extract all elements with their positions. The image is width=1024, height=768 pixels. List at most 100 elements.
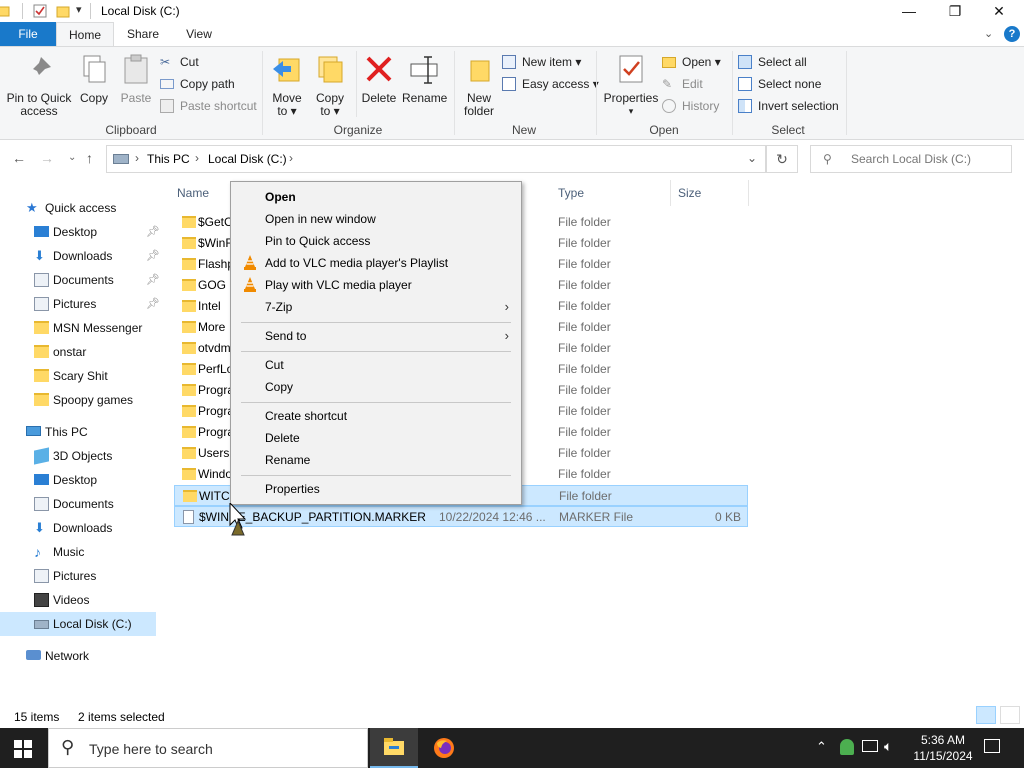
pictures-icon bbox=[34, 569, 49, 583]
sidebar-item-downloads[interactable]: ⬇ Downloads 📌︎ bbox=[34, 244, 160, 268]
details-view-icon[interactable] bbox=[976, 706, 996, 724]
taskbar-search-input[interactable]: ⚲ Type here to search bbox=[48, 728, 368, 768]
sidebar-item-pictures[interactable]: Pictures 📌︎ bbox=[34, 292, 160, 316]
menu-item-7zip[interactable]: 7-Zip › bbox=[233, 296, 519, 318]
close-button[interactable]: ✕ bbox=[976, 0, 1022, 22]
nav-network[interactable]: Network bbox=[26, 644, 89, 668]
properties-dropdown-icon[interactable]: ▾ bbox=[602, 105, 660, 118]
volume-icon[interactable]: 🔈︎ bbox=[884, 738, 892, 755]
address-bar[interactable]: › This PC › Local Disk (C:) › ⌄ bbox=[106, 145, 766, 173]
recent-locations-icon[interactable]: ⌄ bbox=[68, 152, 76, 163]
rename-button[interactable]: Rename bbox=[402, 53, 447, 105]
breadcrumb-chevron-icon: › bbox=[289, 151, 293, 165]
copy-to-button[interactable]: Copy to ▾ bbox=[310, 53, 350, 118]
menu-item-vlc-playlist[interactable]: Add to VLC media player's Playlist bbox=[233, 252, 519, 274]
move-to-button[interactable]: Move to ▾ bbox=[266, 53, 308, 118]
select-all-button[interactable]: Select all bbox=[738, 53, 807, 71]
menu-item-vlc-play[interactable]: Play with VLC media player bbox=[233, 274, 519, 296]
cell-type: File folder bbox=[558, 236, 611, 250]
menu-item-send-to[interactable]: Send to › bbox=[233, 325, 519, 347]
menu-item-rename[interactable]: Rename bbox=[233, 449, 519, 471]
minimize-button[interactable]: — bbox=[886, 0, 932, 22]
menu-separator bbox=[241, 351, 511, 352]
help-icon[interactable]: ? bbox=[1004, 26, 1020, 42]
sidebar-item-msn-messenger[interactable]: MSN Messenger bbox=[34, 316, 160, 340]
cut-button[interactable]: ✂ Cut bbox=[160, 53, 199, 71]
sidebar-item-desktop[interactable]: Desktop bbox=[34, 468, 156, 492]
invert-selection-button[interactable]: Invert selection bbox=[738, 97, 839, 115]
paste-shortcut-button[interactable]: Paste shortcut bbox=[160, 97, 257, 115]
menu-item-properties[interactable]: Properties bbox=[233, 478, 519, 500]
sidebar-item-scary-shit[interactable]: Scary Shit bbox=[34, 364, 160, 388]
sidebar-item-documents[interactable]: Documents 📌︎ bbox=[34, 268, 160, 292]
select-none-button[interactable]: Select none bbox=[738, 75, 821, 93]
sidebar-item-desktop[interactable]: Desktop 📌︎ bbox=[34, 220, 160, 244]
taskbar-file-explorer[interactable] bbox=[370, 728, 418, 768]
windows-start-icon[interactable] bbox=[14, 740, 32, 758]
properties-button[interactable]: Properties ▾ bbox=[602, 53, 660, 118]
maximize-button[interactable]: ❐ bbox=[932, 0, 978, 22]
clock[interactable]: 5:36 AM 11/15/2024 bbox=[910, 732, 976, 764]
paste-button[interactable]: Paste bbox=[116, 53, 156, 105]
column-header-name[interactable]: Name bbox=[177, 186, 209, 200]
up-arrow-icon[interactable]: ↑ bbox=[86, 150, 93, 166]
notifications-icon[interactable] bbox=[984, 739, 1000, 753]
copy-path-button[interactable]: Copy path bbox=[160, 75, 235, 93]
copy-button[interactable]: Copy bbox=[74, 53, 114, 105]
menu-item-open[interactable]: Open bbox=[233, 186, 519, 208]
tab-home[interactable]: Home bbox=[56, 22, 114, 46]
pin-to-quick-access-button[interactable]: Pin to Quick access bbox=[4, 53, 74, 118]
large-icons-view-icon[interactable] bbox=[1000, 706, 1020, 724]
sidebar-item-music[interactable]: ♪ Music bbox=[34, 540, 156, 564]
back-arrow-icon[interactable]: ← bbox=[12, 150, 26, 166]
taskbar-firefox[interactable] bbox=[420, 728, 468, 768]
new-item-button[interactable]: New item ▾ bbox=[502, 53, 581, 71]
history-icon bbox=[662, 99, 676, 113]
delete-button[interactable]: Delete bbox=[358, 53, 400, 105]
folder-icon bbox=[182, 426, 196, 438]
select-all-label: Select all bbox=[758, 55, 807, 69]
open-button[interactable]: Open ▾ bbox=[662, 53, 721, 71]
history-button[interactable]: History bbox=[662, 97, 719, 115]
breadcrumb-this-pc[interactable]: This PC bbox=[147, 152, 190, 166]
sidebar-item-pictures[interactable]: Pictures bbox=[34, 564, 156, 588]
menu-item-create-shortcut[interactable]: Create shortcut bbox=[233, 405, 519, 427]
sidebar-item-downloads[interactable]: ⬇ Downloads bbox=[34, 516, 156, 540]
easy-access-button[interactable]: Easy access ▾ bbox=[502, 75, 599, 93]
menu-item-pin-quick-access[interactable]: Pin to Quick access bbox=[233, 230, 519, 252]
sidebar-item-documents[interactable]: Documents bbox=[34, 492, 156, 516]
status-bar: 15 items 2 items selected bbox=[0, 704, 1024, 728]
sidebar-item-onstar[interactable]: onstar bbox=[34, 340, 160, 364]
column-header-size[interactable]: Size bbox=[678, 186, 701, 200]
people-icon[interactable] bbox=[840, 739, 854, 755]
expand-ribbon-icon[interactable]: ⌄ bbox=[984, 27, 993, 40]
new-folder-button[interactable]: New folder bbox=[458, 53, 500, 118]
menu-item-delete[interactable]: Delete bbox=[233, 427, 519, 449]
menu-item-open-new-window[interactable]: Open in new window bbox=[233, 208, 519, 230]
edit-button[interactable]: ✎ Edit bbox=[662, 75, 703, 93]
menu-item-cut[interactable]: Cut bbox=[233, 354, 519, 376]
nav-this-pc[interactable]: This PC bbox=[26, 420, 88, 444]
show-hidden-icons-icon[interactable]: ⌃ bbox=[816, 739, 827, 755]
customize-quick-access-icon[interactable]: ▾ bbox=[76, 3, 82, 16]
network-status-icon[interactable] bbox=[862, 740, 878, 752]
new-folder-quick-icon[interactable] bbox=[56, 4, 70, 18]
menu-item-copy[interactable]: Copy bbox=[233, 376, 519, 398]
tab-view[interactable]: View bbox=[176, 22, 222, 46]
sidebar-item-spoopy-games[interactable]: Spoopy games bbox=[34, 388, 160, 412]
column-header-type[interactable]: Type bbox=[558, 186, 584, 200]
tab-share[interactable]: Share bbox=[118, 22, 168, 46]
search-input[interactable]: ⚲ Search Local Disk (C:) bbox=[810, 145, 1012, 173]
table-row[interactable]: $WINRE_BACKUP_PARTITION.MARKER 10/22/2024… bbox=[174, 506, 748, 527]
nav-quick-access[interactable]: ★ Quick access bbox=[26, 196, 116, 220]
properties-quick-icon[interactable] bbox=[33, 4, 47, 18]
breadcrumb-local-disk[interactable]: Local Disk (C:) bbox=[208, 152, 287, 166]
tab-file[interactable]: File bbox=[0, 22, 56, 46]
forward-arrow-icon[interactable]: → bbox=[40, 150, 54, 166]
sidebar-item-videos[interactable]: Videos bbox=[34, 588, 156, 612]
sidebar-item-local-disk-c-[interactable]: Local Disk (C:) bbox=[0, 612, 156, 636]
refresh-icon[interactable]: ↻ bbox=[766, 145, 798, 173]
column-divider bbox=[748, 180, 749, 206]
sidebar-item-3d-objects[interactable]: 3D Objects bbox=[34, 444, 156, 468]
address-dropdown-icon[interactable]: ⌄ bbox=[747, 151, 757, 165]
